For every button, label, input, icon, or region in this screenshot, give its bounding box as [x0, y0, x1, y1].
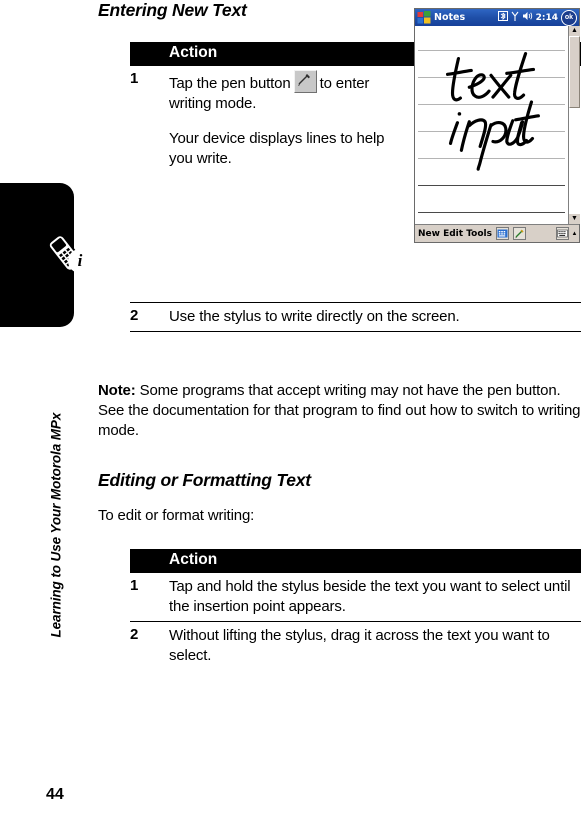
- vertical-scrollbar[interactable]: ▲ ▼: [568, 26, 580, 224]
- volume-icon[interactable]: [522, 11, 533, 25]
- table-row: 2 Without lifting the stylus, drag it ac…: [130, 622, 581, 670]
- pen-button-icon[interactable]: [293, 70, 317, 93]
- scrollbar-track[interactable]: [569, 108, 580, 214]
- signal-icon[interactable]: [511, 11, 519, 26]
- note-paragraph: Note: Some programs that accept writing …: [98, 381, 581, 441]
- notes-writing-canvas[interactable]: [415, 26, 568, 224]
- device-title-bar: Notes 2:14 ok: [415, 9, 579, 26]
- column-header-action: Action: [169, 551, 218, 568]
- scroll-down-arrow[interactable]: ▼: [569, 214, 580, 224]
- step-description: Tap the pen button to enter writing mode…: [169, 66, 399, 302]
- step-description: Use the stylus to write directly on the …: [169, 308, 460, 325]
- page-title-editing-or-formatting-text: Editing or Formatting Text: [98, 470, 311, 490]
- menu-bar-labels[interactable]: New Edit Tools: [418, 229, 492, 239]
- keyboard-small-icon[interactable]: [495, 227, 509, 240]
- table-row: 2 Use the stylus to write directly on th…: [130, 303, 581, 332]
- device-app-title: Notes: [434, 12, 466, 23]
- intro-paragraph: To edit or format writing:: [98, 507, 255, 524]
- step-text-before-icon: Tap the pen button: [169, 75, 291, 92]
- info-icon: i: [68, 249, 92, 273]
- step-description: Tap and hold the stylus beside the text …: [169, 578, 571, 615]
- note-body: Some programs that accept writing may no…: [98, 382, 581, 439]
- system-tray: 2:14 ok: [497, 10, 577, 26]
- table-row: 1 Tap and hold the stylus beside the tex…: [130, 573, 581, 622]
- step-number: 2: [130, 626, 139, 643]
- ok-button[interactable]: ok: [561, 10, 577, 26]
- clock-label: 2:14: [535, 13, 558, 23]
- table-header-row: Action: [130, 549, 581, 573]
- action-table-editing-text: Action 1 Tap and hold the stylus beside …: [130, 549, 581, 670]
- soft-input-panel-icon[interactable]: [556, 227, 569, 240]
- handwritten-ink: [445, 52, 540, 171]
- step-number: 1: [130, 577, 139, 594]
- windows-start-icon[interactable]: [417, 11, 431, 24]
- bluetooth-icon[interactable]: [497, 11, 508, 25]
- sip-chevron-up-icon[interactable]: ▲: [571, 231, 578, 237]
- device-screenshot: Notes 2:14 ok ▲ ▼ New Edit Tools ▲: [414, 8, 580, 243]
- main-content: Entering New Text Action 1 Tap the pen b…: [98, 0, 581, 818]
- chapter-tab-label: Learning to Use Your Motorola MPx: [48, 412, 64, 638]
- note-label: Note:: [98, 382, 136, 399]
- page-title-entering-new-text: Entering New Text: [98, 0, 247, 20]
- scrollbar-thumb[interactable]: [569, 36, 580, 108]
- column-header-action: Action: [169, 44, 218, 61]
- page-number: 44: [46, 786, 64, 803]
- sidebar: i Learning to Use Your Motorola MPx 44: [0, 0, 98, 818]
- pen-tool-icon[interactable]: [512, 227, 526, 240]
- step-sub-description: Your device displays lines to help you w…: [169, 130, 385, 167]
- step-number: 2: [130, 307, 139, 324]
- scroll-up-arrow[interactable]: ▲: [569, 26, 580, 36]
- step-number: 1: [130, 70, 139, 87]
- step-description: Without lifting the stylus, drag it acro…: [169, 627, 550, 664]
- device-command-bar: New Edit Tools ▲: [415, 224, 579, 242]
